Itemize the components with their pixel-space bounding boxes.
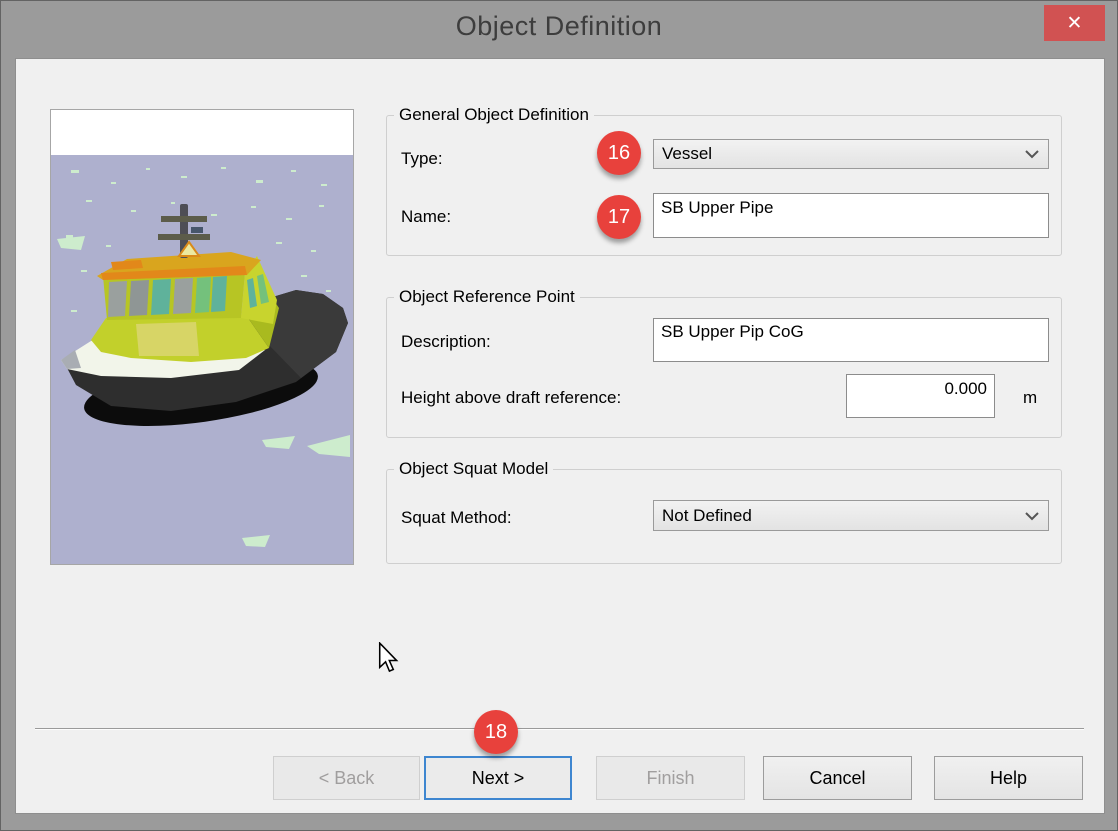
cancel-button[interactable]: Cancel (763, 756, 912, 800)
annotation-circle-16: 16 (597, 131, 641, 175)
height-unit-label: m (1023, 388, 1037, 408)
description-input[interactable] (653, 318, 1049, 362)
annotation-circle-17: 17 (597, 195, 641, 239)
squat-method-value: Not Defined (662, 506, 1024, 526)
group-title: Object Reference Point (394, 287, 580, 307)
description-label: Description: (401, 332, 491, 352)
dialog-title: Object Definition (1, 11, 1117, 42)
squat-method-dropdown[interactable]: Not Defined (653, 500, 1049, 531)
chevron-down-icon (1024, 511, 1040, 521)
annotation-circle-18: 18 (474, 710, 518, 754)
squat-method-label: Squat Method: (401, 508, 512, 528)
name-label: Name: (401, 207, 451, 227)
title-bar[interactable]: Object Definition ✕ (1, 1, 1117, 58)
group-title: Object Squat Model (394, 459, 553, 479)
chevron-down-icon (1024, 149, 1040, 159)
group-title: General Object Definition (394, 105, 594, 125)
vessel-preview-image (50, 109, 354, 565)
vessel-3d-render (51, 110, 353, 564)
help-button[interactable]: Help (934, 756, 1083, 800)
height-input[interactable] (846, 374, 995, 418)
mouse-cursor-icon (376, 642, 400, 679)
close-button[interactable]: ✕ (1044, 5, 1105, 41)
object-definition-dialog: Object Definition ✕ (0, 0, 1118, 831)
annotation-number: 16 (608, 142, 630, 165)
type-label: Type: (401, 149, 443, 169)
close-icon: ✕ (1067, 12, 1083, 35)
back-button[interactable]: < Back (273, 756, 420, 800)
type-dropdown[interactable]: Vessel (653, 139, 1049, 169)
next-button[interactable]: Next > (424, 756, 572, 800)
annotation-number: 17 (608, 206, 630, 229)
footer-separator (35, 728, 1084, 730)
annotation-number: 18 (485, 721, 507, 744)
finish-button[interactable]: Finish (596, 756, 745, 800)
height-label: Height above draft reference: (401, 388, 621, 408)
name-input[interactable] (653, 193, 1049, 238)
type-dropdown-value: Vessel (662, 144, 1024, 164)
